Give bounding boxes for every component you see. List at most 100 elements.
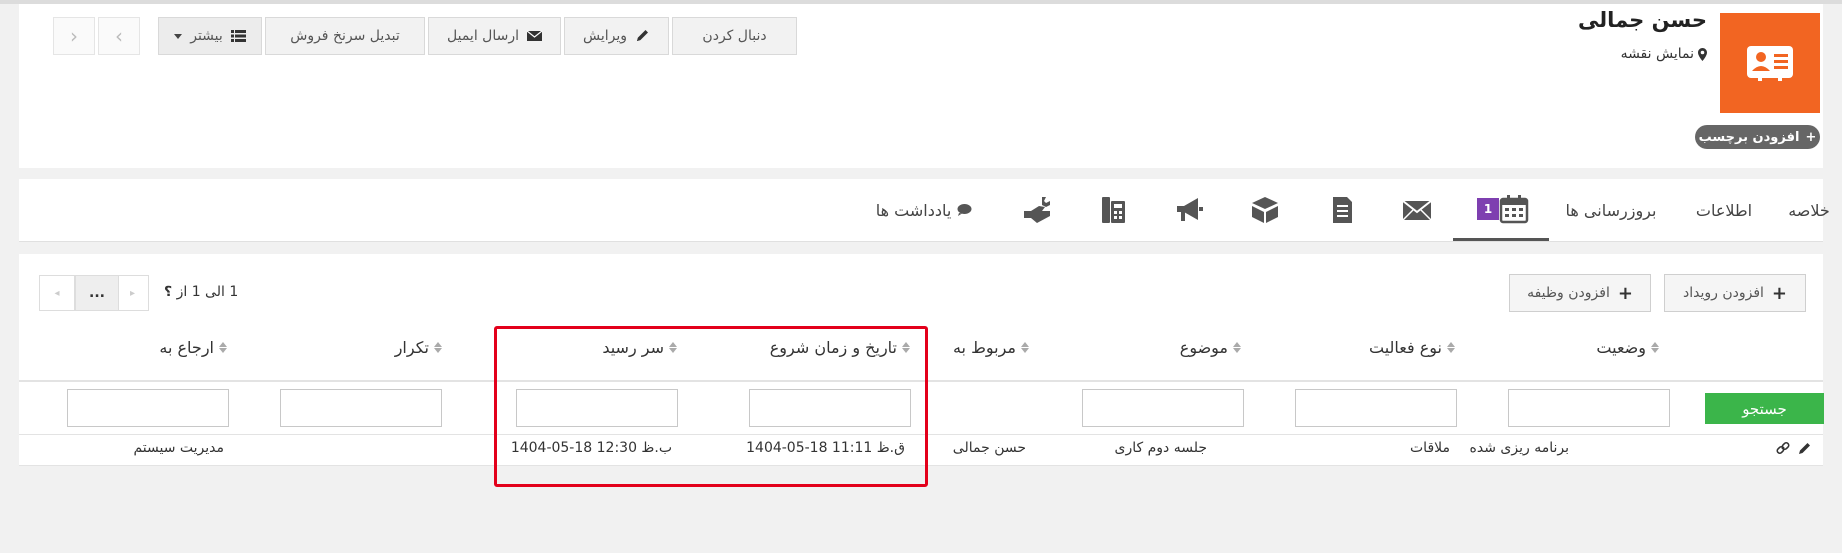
tab-emails[interactable] — [1389, 179, 1445, 241]
tab-services[interactable] — [1009, 179, 1065, 241]
show-map-link[interactable]: نمایش نقشه — [1621, 46, 1707, 62]
column-related-to-label: مربوط به — [952, 338, 1016, 357]
tab-updates[interactable]: بروزرسانی ها — [1551, 179, 1671, 241]
pager-dots-label: ... — [89, 285, 105, 301]
add-tag-button[interactable]: + افزودن برچسب — [1695, 125, 1820, 149]
plus-icon: + — [1617, 282, 1633, 304]
cell-assigned-to: مدیریت سیستم — [133, 440, 224, 456]
megaphone-icon — [1177, 198, 1203, 221]
tab-notes-label: یادداشت ها — [875, 200, 952, 220]
column-assigned-to-label: ارجاع به — [159, 338, 214, 357]
triangle-left-icon: ◂ — [54, 287, 60, 299]
sort-icon — [1651, 342, 1659, 353]
tab-info-label: اطلاعات — [1695, 200, 1753, 220]
envelope-icon — [1402, 200, 1432, 221]
tab-info[interactable]: اطلاعات — [1684, 179, 1764, 241]
box-icon — [1252, 197, 1278, 223]
column-subject-label: موضوع — [1179, 338, 1228, 357]
send-email-label: ارسال ایمیل — [447, 28, 519, 44]
follow-label: دنبال کردن — [702, 28, 767, 44]
plus-icon: + — [1771, 282, 1788, 304]
next-record-button[interactable]: ‹ — [98, 17, 140, 55]
sort-icon — [434, 342, 442, 353]
convert-lead-label: تبدیل سرنخ فروش — [290, 28, 400, 44]
pagination-prev-button[interactable]: ◂ — [39, 275, 75, 311]
tab-campaigns[interactable] — [1161, 179, 1217, 241]
list-icon — [230, 30, 246, 42]
sort-icon — [219, 342, 227, 353]
show-map-label: نمایش نقشه — [1620, 46, 1694, 62]
send-email-button[interactable]: ارسال ایمیل — [428, 17, 561, 55]
tab-updates-label: بروزرسانی ها — [1565, 200, 1657, 220]
table-row-actions — [1776, 441, 1812, 455]
column-repeat-label: تکرار — [394, 338, 429, 357]
convert-lead-button[interactable]: تبدیل سرنخ فروش — [265, 17, 425, 55]
column-assigned-to[interactable]: ارجاع به — [159, 338, 227, 357]
previous-record-button[interactable]: › — [53, 17, 95, 55]
tab-documents[interactable] — [1314, 179, 1370, 241]
pencil-icon[interactable] — [1798, 441, 1812, 455]
add-tag-label: افزودن برچسب — [1698, 129, 1800, 145]
tab-activities[interactable]: 1 — [1453, 179, 1549, 241]
activities-count-badge: 1 — [1477, 197, 1499, 220]
pagination-range: 1 الی 1 از — [176, 284, 239, 300]
filter-repeat-input[interactable] — [280, 389, 442, 427]
contact-card-icon — [1747, 46, 1793, 81]
edit-button[interactable]: ویرایش — [564, 17, 669, 55]
add-task-label: افزودن وظیفه — [1527, 285, 1610, 301]
phone-icon — [1102, 197, 1125, 223]
column-related-to[interactable]: مربوط به — [953, 338, 1029, 357]
tab-products[interactable] — [1237, 179, 1293, 241]
calendar-icon — [1499, 194, 1529, 223]
pencil-icon — [637, 30, 649, 41]
contact-name: حسن جمالی — [1578, 8, 1707, 32]
sort-icon — [1447, 342, 1455, 353]
highlight-box — [494, 326, 928, 487]
comment-icon — [957, 204, 972, 216]
edit-label: ویرایش — [582, 28, 628, 44]
cell-status: برنامه ریزی شده — [1469, 440, 1569, 456]
tab-notes[interactable]: یادداشت ها — [864, 179, 984, 241]
map-marker-icon — [1698, 47, 1707, 61]
record-tabs: خلاصه اطلاعات بروزرسانی ها 1 یادداشت ها — [19, 179, 1830, 242]
column-status[interactable]: وضعیت — [1596, 338, 1659, 357]
sort-icon — [1021, 342, 1029, 353]
filter-assigned-to-input[interactable] — [67, 389, 229, 427]
tab-summary-label: خلاصه — [1788, 200, 1830, 220]
cell-activity-type: ملاقات — [1410, 440, 1450, 456]
chevron-right-icon: › — [70, 24, 78, 48]
follow-button[interactable]: دنبال کردن — [672, 17, 797, 55]
cell-related-to[interactable]: حسن جمالی — [953, 440, 1026, 456]
column-subject[interactable]: موضوع — [1180, 338, 1241, 357]
pagination-more-button[interactable]: ... — [75, 275, 119, 311]
add-task-button[interactable]: + افزودن وظیفه — [1509, 274, 1651, 312]
filter-activity-type-input[interactable] — [1295, 389, 1457, 427]
column-activity-type-label: نوع فعالیت — [1368, 338, 1442, 357]
column-activity-type[interactable]: نوع فعالیت — [1369, 338, 1455, 357]
sort-icon — [1233, 342, 1241, 353]
plus-icon: + — [1805, 129, 1817, 145]
pagination-next-button[interactable]: ▸ — [116, 275, 149, 311]
tools-icon — [1024, 197, 1050, 223]
document-icon — [1333, 197, 1352, 223]
tab-calls[interactable] — [1085, 179, 1141, 241]
pagination-total[interactable]: ؟ — [164, 284, 172, 300]
filter-status-input[interactable] — [1508, 389, 1670, 427]
column-status-label: وضعیت — [1596, 338, 1646, 357]
pagination-info: 1 الی 1 از ؟ — [164, 284, 238, 300]
column-repeat[interactable]: تکرار — [395, 338, 442, 357]
cell-subject: جلسه دوم کاری — [1114, 440, 1208, 456]
add-event-button[interactable]: + افزودن رویداد — [1664, 274, 1806, 312]
chevron-left-icon: ‹ — [115, 24, 123, 48]
caret-down-icon — [174, 33, 183, 39]
tab-summary[interactable]: خلاصه — [1779, 179, 1839, 241]
search-button[interactable]: جستجو — [1705, 393, 1824, 424]
contact-avatar — [1720, 13, 1820, 113]
envelope-icon — [527, 30, 542, 41]
more-label: بیشتر — [190, 28, 223, 44]
more-dropdown-button[interactable]: بیشتر — [158, 17, 262, 55]
triangle-right-icon: ▸ — [129, 287, 136, 299]
filter-subject-input[interactable] — [1082, 389, 1244, 427]
link-icon[interactable] — [1776, 441, 1790, 455]
add-event-label: افزودن رویداد — [1682, 285, 1764, 301]
